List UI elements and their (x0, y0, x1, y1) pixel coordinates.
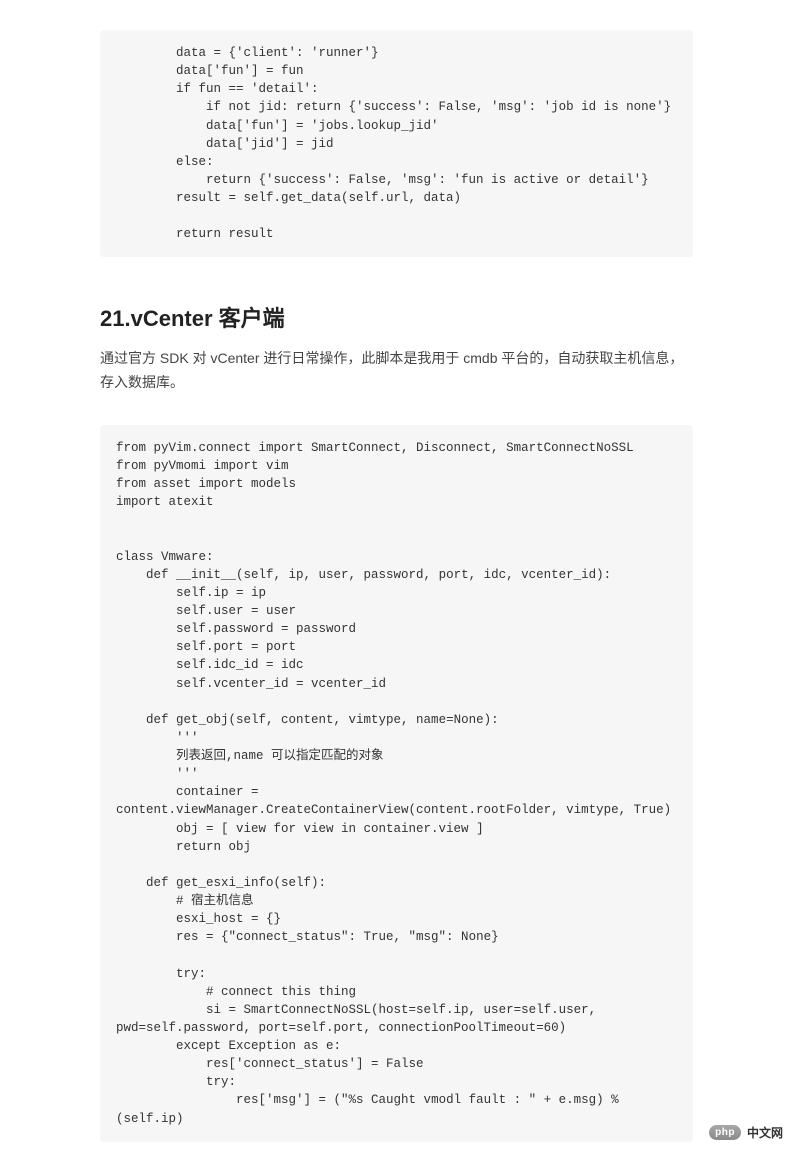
article-content: data = {'client': 'runner'} data['fun'] … (0, 30, 793, 1142)
section-paragraph: 通过官方 SDK 对 vCenter 进行日常操作，此脚本是我用于 cmdb 平… (100, 347, 693, 395)
php-badge-icon: php (709, 1125, 741, 1140)
code-block-1: data = {'client': 'runner'} data['fun'] … (100, 30, 693, 257)
watermark-text: 中文网 (747, 1124, 783, 1141)
section-heading: 21.vCenter 客户端 (100, 301, 693, 333)
code-2-text: from pyVim.connect import SmartConnect, … (116, 439, 677, 1128)
code-block-2: from pyVim.connect import SmartConnect, … (100, 425, 693, 1142)
site-watermark: php 中文网 (709, 1124, 783, 1141)
code-1-text: data = {'client': 'runner'} data['fun'] … (116, 44, 677, 243)
